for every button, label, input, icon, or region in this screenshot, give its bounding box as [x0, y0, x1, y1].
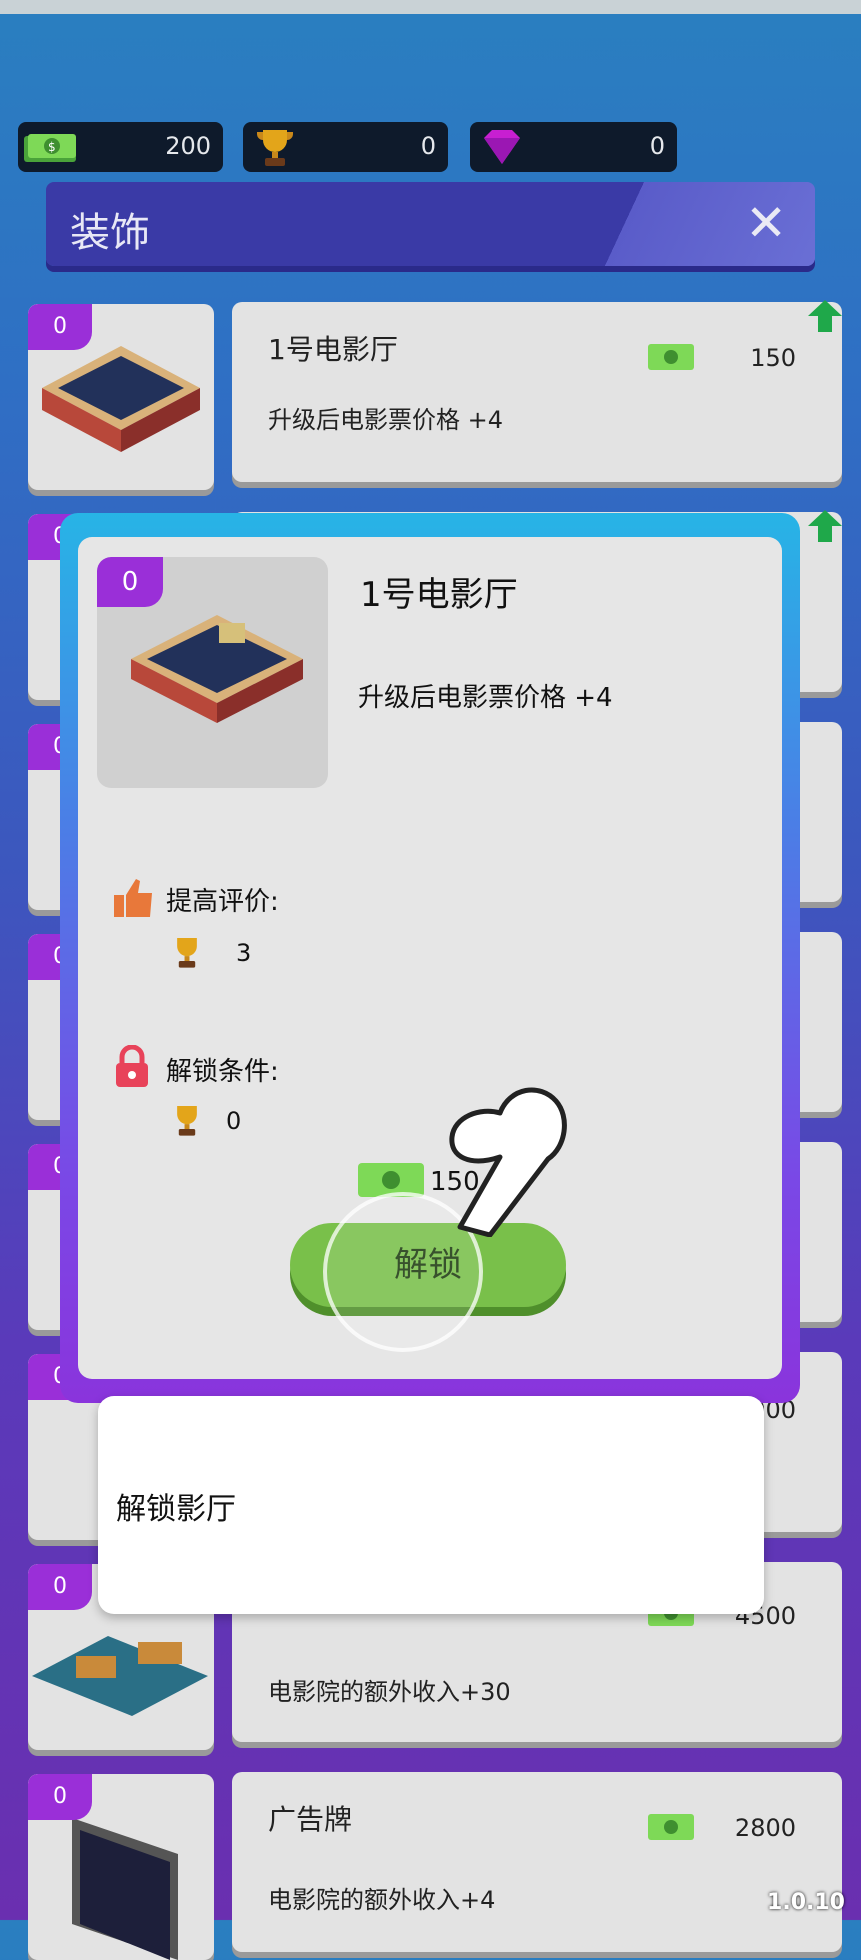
dialog-thumbnail: 0 [97, 557, 328, 788]
dialog-description: 升级后电影票价格 +4 [358, 683, 613, 713]
unlock-condition-label: 解锁条件: [166, 1057, 279, 1087]
list-item-card[interactable]: 1号电影厅 150 升级后电影票价格 +4 [232, 300, 842, 482]
list-item-thumbnail[interactable]: 0 [28, 304, 214, 490]
lock-icon [116, 1045, 148, 1087]
list-item-thumbnail[interactable]: 0 [28, 1774, 214, 1960]
cash-value: 200 [165, 132, 211, 160]
tooltip-text: 解锁影厅 [116, 1492, 236, 1527]
unlock-dialog-body: 0 1号电影厅 升级后电影票价格 +4 提高评价: 3 解锁条件: 0 150 [78, 537, 782, 1379]
decoration-panel-header: 装饰 ✕ [46, 182, 815, 266]
svg-text:$: $ [48, 140, 56, 154]
item-description: 升级后电影票价格 +4 [268, 406, 504, 434]
unlock-condition-value: 0 [226, 1107, 242, 1135]
trophy-value: 0 [420, 132, 436, 160]
level-badge: 0 [97, 557, 163, 607]
rating-value: 3 [236, 939, 252, 967]
close-icon[interactable]: ✕ [745, 194, 787, 252]
cash-counter: $ 200 [18, 122, 223, 172]
tutorial-tooltip: 解锁影厅 [98, 1396, 764, 1614]
level-badge: 0 [28, 1774, 92, 1820]
unlock-dialog: 0 1号电影厅 升级后电影票价格 +4 提高评价: 3 解锁条件: 0 150 [60, 513, 800, 1403]
item-name: 1号电影厅 [268, 333, 398, 366]
thumbs-up-icon [114, 879, 152, 917]
panel-title: 装饰 [70, 210, 150, 256]
pointing-hand-icon [449, 1087, 567, 1237]
cash-icon [648, 344, 694, 370]
version-label: 1.0.10 [767, 1890, 845, 1915]
trophy-icon [177, 1106, 197, 1136]
rating-label: 提高评价: [166, 887, 279, 917]
trophy-icon [177, 938, 197, 968]
gem-value: 0 [649, 132, 665, 160]
trophy-counter: 0 [243, 122, 448, 172]
item-price: 150 [750, 344, 796, 372]
gem-counter: 0 [470, 122, 677, 172]
cash-icon [648, 1814, 694, 1840]
gem-icon [484, 130, 520, 164]
trophy-icon [257, 130, 293, 166]
upgrade-arrow-icon [808, 300, 842, 332]
upgrade-arrow-icon [808, 510, 842, 542]
item-description: 电影院的额外收入+4 [268, 1886, 496, 1914]
level-badge: 0 [28, 1564, 92, 1610]
item-description: 电影院的额外收入+30 [268, 1678, 511, 1706]
dialog-title: 1号电影厅 [360, 575, 518, 615]
item-price: 2800 [734, 1814, 796, 1842]
list-item-card[interactable]: 广告牌 2800 电影院的额外收入+4 [232, 1772, 842, 1952]
top-scene-strip [0, 0, 861, 14]
level-badge: 0 [28, 304, 92, 350]
cash-icon: $ [24, 134, 76, 162]
item-name: 广告牌 [268, 1803, 353, 1836]
